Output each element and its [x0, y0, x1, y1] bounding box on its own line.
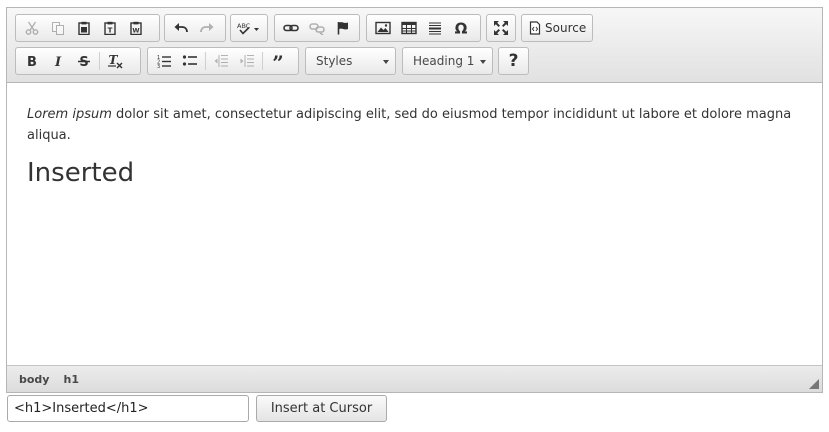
horizontal-rule-button[interactable] [422, 17, 448, 39]
cut-icon [25, 21, 39, 35]
paste-button[interactable] [71, 17, 97, 39]
numbered-list-button[interactable]: 123 [151, 50, 177, 72]
horizontal-rule-icon [429, 22, 441, 35]
special-char-button[interactable]: Ω [448, 17, 474, 39]
help-button[interactable]: ? [502, 50, 525, 72]
maximize-icon [494, 21, 508, 35]
toolbar-separator [99, 52, 100, 70]
bold-icon: B [27, 55, 37, 68]
cut-button[interactable] [19, 17, 45, 39]
basic-styles-group: B I S T [15, 47, 141, 75]
source-button[interactable]: Source [525, 17, 590, 39]
svg-text:3: 3 [157, 64, 160, 68]
resize-handle-icon[interactable] [809, 379, 819, 389]
editor-content[interactable]: Lorem ipsum dolor sit amet, consectetur … [7, 84, 822, 365]
indent-button[interactable] [234, 50, 260, 72]
content-paragraph: Lorem ipsum dolor sit amet, consectetur … [27, 104, 802, 146]
chevron-down-icon [383, 60, 389, 64]
indent-icon [240, 55, 254, 67]
svg-text:T: T [109, 53, 119, 67]
toolbar-separator [262, 52, 263, 70]
source-group: Source [521, 14, 593, 42]
help-group: ? [498, 47, 529, 75]
maximize-group [486, 14, 516, 42]
source-icon [529, 21, 541, 35]
numbered-list-icon: 123 [157, 55, 171, 68]
image-icon [375, 21, 391, 35]
paragraph-text: dolor sit amet, consectetur adipiscing e… [27, 107, 792, 143]
svg-text:I: I [54, 55, 62, 68]
table-icon [401, 21, 417, 35]
spellcheck-icon: ABC [237, 22, 259, 35]
svg-text:B: B [27, 55, 37, 68]
source-label: Source [545, 21, 587, 35]
image-button[interactable] [370, 17, 396, 39]
styles-dropdown[interactable]: Styles [305, 47, 396, 75]
paste-word-icon: W [130, 21, 142, 35]
outdent-icon [214, 55, 228, 67]
insert-at-cursor-button[interactable]: Insert at Cursor [256, 395, 387, 422]
bulleted-list-button[interactable] [177, 50, 203, 72]
rich-text-editor: T W ABC Ω Source B I S T 1 2 3 ” Styles … [6, 7, 823, 393]
maximize-button[interactable] [490, 17, 512, 39]
styles-dropdown-label: Styles [316, 54, 353, 68]
undo-icon [174, 23, 188, 33]
toolbar-separator [205, 52, 206, 70]
svg-text:T: T [108, 27, 113, 35]
special-char-icon: Ω [455, 20, 468, 36]
spellcheck-button[interactable]: ABC [234, 17, 264, 39]
blockquote-button[interactable]: ” [265, 50, 291, 72]
anchor-button[interactable] [330, 17, 356, 39]
html-snippet-input[interactable] [7, 395, 249, 422]
blockquote-icon: ” [272, 54, 284, 68]
paste-text-icon: T [104, 21, 116, 35]
link-icon [283, 24, 299, 32]
path-item-h1[interactable]: h1 [63, 373, 79, 386]
format-dropdown-label: Heading 1 [413, 54, 475, 68]
svg-text:Ω: Ω [455, 20, 468, 36]
unlink-icon [309, 23, 325, 35]
paste-icon [78, 21, 90, 35]
clipboard-group: T W [15, 14, 160, 42]
svg-text:”: ” [272, 54, 284, 68]
copy-icon [52, 22, 64, 35]
paste-word-button[interactable]: W [123, 17, 149, 39]
editor-toolbar: T W ABC Ω Source B I S T 1 2 3 ” Styles … [7, 8, 822, 83]
paragraph-italic-text: Lorem ipsum [27, 107, 112, 122]
table-button[interactable] [396, 17, 422, 39]
bold-button[interactable]: B [19, 50, 45, 72]
italic-button[interactable]: I [45, 50, 71, 72]
insert-group: Ω [366, 14, 481, 42]
remove-format-icon: T [108, 53, 123, 69]
undo-button[interactable] [168, 17, 194, 39]
strike-button[interactable]: S [71, 50, 97, 72]
spellcheck-group: ABC [230, 14, 268, 42]
svg-text:W: W [132, 27, 139, 35]
undo-redo-group [164, 14, 226, 42]
content-heading: Inserted [27, 158, 135, 188]
redo-button[interactable] [194, 17, 220, 39]
strike-icon: S [78, 55, 90, 68]
link-button[interactable] [278, 17, 304, 39]
outdent-button[interactable] [208, 50, 234, 72]
paste-text-button[interactable]: T [97, 17, 123, 39]
elements-path-bar: body h1 [7, 365, 822, 392]
remove-format-button[interactable]: T [102, 50, 128, 72]
bulleted-list-icon [182, 55, 197, 66]
link-group [274, 14, 360, 42]
format-dropdown[interactable]: Heading 1 [402, 47, 493, 75]
path-item-body[interactable]: body [19, 373, 49, 386]
chevron-down-icon [480, 60, 486, 64]
redo-icon [200, 23, 214, 33]
italic-icon: I [54, 55, 62, 68]
anchor-icon [337, 22, 348, 35]
copy-button[interactable] [45, 17, 71, 39]
lists-group: 123 ” [147, 47, 299, 75]
unlink-button[interactable] [304, 17, 330, 39]
